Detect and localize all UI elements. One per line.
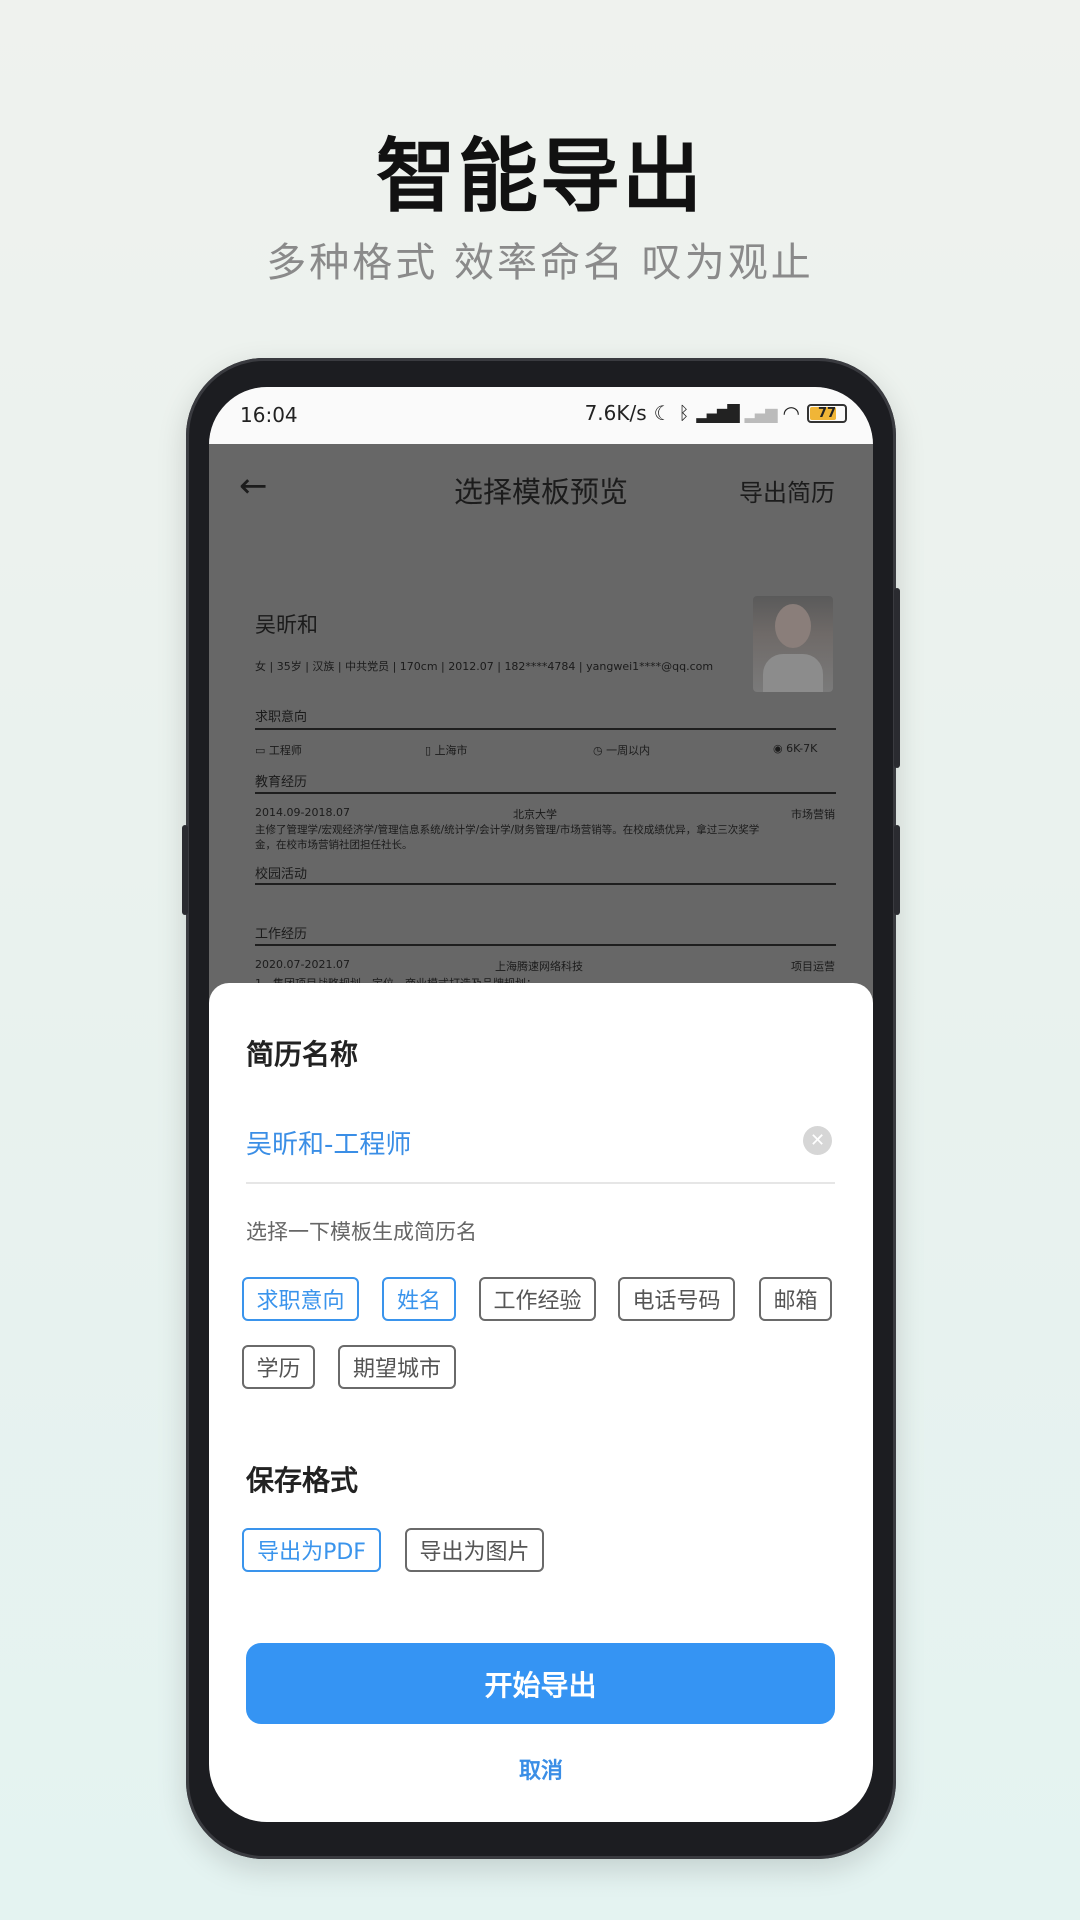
section-work: 工作经历 [255,927,308,942]
phone-screen: 16:04 7.6K/s ☾ ᛒ ▂▄▆█ ▂▄▆ ◠ 77 ← 选择模板预览 … [209,387,873,1822]
phone-side-button [182,825,188,915]
chip-job-intent[interactable]: 求职意向 [242,1277,359,1321]
intent-job: ▭ 工程师 [255,744,302,757]
edu-school: 北京大学 [513,808,557,821]
resume-info: 女 | 35岁 | 汉族 | 中共党员 | 170cm | 2012.07 | … [255,660,714,673]
work-period: 2020.07-2021.07 [255,958,350,971]
chip-label: 期望城市 [352,1357,441,1382]
net-speed: 7.6K/s [584,401,647,425]
work-position: 项目运营 [791,960,835,973]
format-pdf[interactable]: 导出为PDF [242,1528,381,1572]
chip-phone[interactable]: 电话号码 [618,1277,735,1321]
divider [255,728,836,730]
resume-name-input[interactable]: 吴昕和-工程师 [246,1124,411,1161]
section-intent: 求职意向 [255,710,308,725]
hero-subtitle: 多种格式 效率命名 叹为观止 [266,240,814,286]
resume-name: 吴昕和 [255,613,318,637]
status-bar: 16:04 7.6K/s ☾ ᛒ ▂▄▆█ ▂▄▆ ◠ 77 [209,387,873,444]
section-campus: 校园活动 [255,867,308,882]
template-hint: 选择一下模板生成简历名 [246,1220,477,1244]
bluetooth-icon: ᛒ [678,402,690,424]
save-format-label: 保存格式 [246,1464,359,1497]
phone-side-button [894,825,900,915]
intent-salary: ◉ 6K-7K [773,742,818,755]
format-label: 导出为PDF [257,1540,366,1565]
intent-arrival: ◷ 一周以内 [593,744,651,757]
resume-name-label: 简历名称 [246,1038,359,1071]
intent-city: ▯ 上海市 [425,744,468,757]
input-underline [246,1182,835,1184]
chip-label: 求职意向 [256,1289,345,1314]
intent-arrival-text: 一周以内 [606,744,651,757]
edu-desc: 主修了管理学/宏观经济学/管理信息系统/统计学/会计学/财务管理/市场营销等。在… [255,824,760,836]
battery-icon: 77 [807,403,847,423]
status-time: 16:04 [240,403,298,427]
export-resume-button[interactable]: 导出简历 [739,473,835,508]
format-label: 导出为图片 [419,1540,530,1565]
divider [255,792,836,794]
chip-name[interactable]: 姓名 [382,1277,456,1321]
work-company: 上海腾速网络科技 [495,960,583,973]
clear-icon[interactable]: ✕ [803,1126,832,1155]
moon-icon: ☾ [653,401,672,425]
divider [255,944,836,946]
intent-job-text: 工程师 [268,744,302,757]
chip-label: 电话号码 [632,1289,721,1314]
cancel-button[interactable]: 取消 [209,1753,873,1785]
chip-education[interactable]: 学历 [242,1345,315,1389]
edu-major: 市场营销 [791,808,835,821]
format-image[interactable]: 导出为图片 [405,1528,544,1572]
divider [255,883,836,885]
app-bar: ← 选择模板预览 导出简历 [209,444,873,544]
chip-email[interactable]: 邮箱 [759,1277,832,1321]
chip-expected-city[interactable]: 期望城市 [338,1345,456,1389]
chip-work-experience[interactable]: 工作经验 [479,1277,596,1321]
section-education: 教育经历 [255,775,308,790]
chip-label: 姓名 [396,1289,441,1314]
phone-side-button [894,588,900,768]
hero-title: 智能导出 [376,130,704,223]
chip-label: 工作经验 [493,1289,582,1314]
chip-label: 邮箱 [773,1289,818,1314]
chip-label: 学历 [256,1357,301,1382]
wifi-icon: ◠ [782,401,800,425]
intent-salary-text: 6K-7K [786,742,818,755]
signal-icon: ▂▄▆█ [696,403,739,423]
edu-period: 2014.09-2018.07 [255,806,350,819]
intent-city-text: 上海市 [434,744,468,757]
export-bottom-sheet: 简历名称 吴昕和-工程师 ✕ 选择一下模板生成简历名 求职意向 姓名 工作经验 … [209,983,873,1822]
signal-empty-icon: ▂▄▆ [744,403,778,423]
avatar-photo [753,596,833,692]
start-export-button[interactable]: 开始导出 [246,1643,835,1724]
edu-desc: 金，在校市场营销社团担任社长。 [255,839,413,851]
battery-level: 77 [817,405,837,421]
